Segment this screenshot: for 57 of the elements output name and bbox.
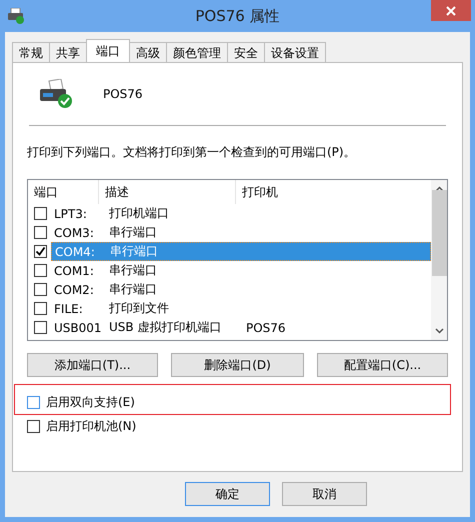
- table-cell-text: LPT3:: [53, 206, 88, 220]
- close-icon: [446, 6, 456, 16]
- column-header[interactable]: 打印机: [236, 180, 431, 204]
- scrollbar-thumb[interactable]: [432, 190, 446, 276]
- close-button[interactable]: [431, 0, 471, 21]
- table-cell-text: 串行端口: [109, 262, 158, 279]
- dialog-button[interactable]: 取消: [282, 482, 367, 506]
- dialog-button[interactable]: 确定: [185, 482, 270, 506]
- checkbox[interactable]: [27, 420, 40, 432]
- table-cell-text: COM3:: [53, 226, 95, 240]
- table-cell: POS76: [246, 320, 286, 334]
- table-cell-text: COM4:: [54, 244, 96, 258]
- port-row[interactable]: COM2: 串行端口: [51, 280, 431, 299]
- table-cell-text: 打印机端口: [109, 205, 170, 222]
- tab[interactable]: 安全: [227, 42, 265, 62]
- scrollbar[interactable]: [431, 180, 447, 340]
- port-button[interactable]: 添加端口(T)...: [27, 353, 158, 377]
- table-cell-text: USB 虚拟打印机端口: [109, 319, 222, 336]
- checkbox[interactable]: [34, 245, 47, 258]
- checkbox[interactable]: [34, 321, 47, 334]
- chevron-up-icon[interactable]: [434, 186, 444, 192]
- port-row[interactable]: COM3: 串行端口: [51, 223, 431, 242]
- table-cell-text: USB001: [53, 320, 103, 334]
- chevron-down-icon[interactable]: [434, 328, 444, 334]
- port-row[interactable]: COM1: 串行端口: [51, 261, 431, 280]
- port-row[interactable]: FILE: 打印到文件: [51, 299, 431, 318]
- checkbox[interactable]: [27, 396, 40, 409]
- table-cell-text: 串行端口: [110, 243, 159, 260]
- checkbox[interactable]: [34, 283, 47, 296]
- table-cell-text: 串行端口: [109, 281, 158, 298]
- table-cell-text: 打印到文件: [109, 300, 170, 317]
- tab[interactable]: 共享: [49, 42, 87, 62]
- checkbox[interactable]: [34, 226, 47, 239]
- checkbox-label[interactable]: 启用双向支持(E): [46, 394, 135, 411]
- table-cell-text: FILE:: [53, 302, 84, 316]
- printer-icon: [7, 8, 25, 24]
- tab[interactable]: 常规: [12, 42, 50, 62]
- window-title: POS76 属性: [194, 6, 281, 26]
- table-cell-text: 串行端口: [109, 224, 158, 241]
- table-cell-text: COM2:: [53, 282, 95, 296]
- checkbox[interactable]: [34, 207, 47, 220]
- column-header[interactable]: 端口: [28, 180, 99, 204]
- tab[interactable]: 端口: [86, 39, 130, 62]
- printer-icon: [39, 79, 73, 109]
- printer-name: POS76: [103, 87, 143, 101]
- checkbox[interactable]: [34, 302, 47, 315]
- tab[interactable]: 设备设置: [264, 42, 326, 62]
- column-header[interactable]: 描述: [99, 180, 236, 204]
- port-button[interactable]: 删除端口(D): [171, 353, 304, 377]
- port-row[interactable]: USB001 USB 虚拟打印机端口 POS76: [51, 318, 431, 337]
- checkbox-label[interactable]: 启用打印机池(N): [46, 418, 136, 434]
- port-button[interactable]: 配置端口(C)...: [317, 353, 448, 377]
- port-row[interactable]: LPT3: 打印机端口: [51, 204, 431, 223]
- instruction-text: 打印到下列端口。文档将打印到第一个检查到的可用端口(P)。: [27, 144, 357, 161]
- checkbox[interactable]: [34, 264, 47, 277]
- table-cell-text: COM1:: [53, 264, 95, 278]
- tab[interactable]: 颜色管理: [166, 42, 228, 62]
